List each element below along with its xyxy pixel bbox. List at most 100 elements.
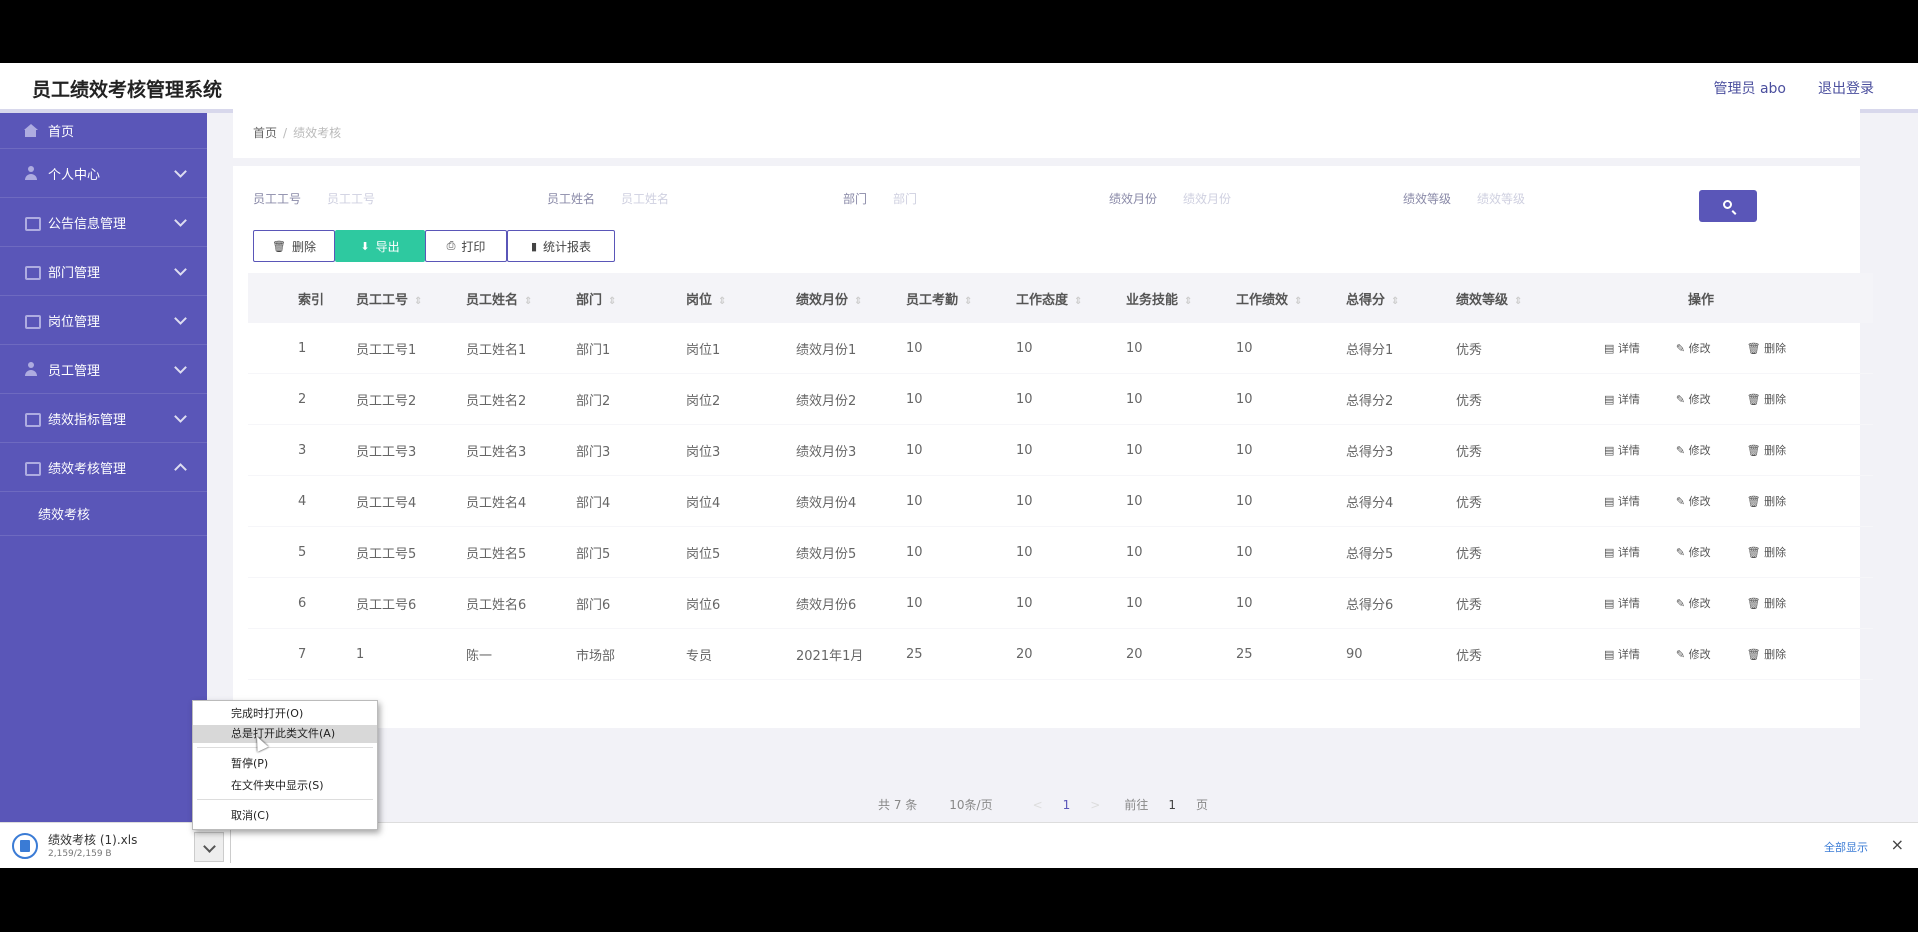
search-placeholder: 绩效等级 — [1477, 192, 1526, 206]
sort-icon[interactable]: ⇕ — [608, 296, 616, 307]
detail-button[interactable]: ▤ 详情 — [1604, 391, 1640, 407]
sidebar-subitem-assessment[interactable]: 绩效考核 — [0, 492, 207, 536]
delete-button[interactable]: 🗑 删除 — [253, 230, 335, 262]
column-header[interactable]: 工作态度 ⇕ — [1016, 289, 1126, 308]
sort-icon[interactable]: ⇕ — [964, 296, 972, 307]
pager-next-button[interactable]: > — [1090, 798, 1100, 812]
column-header[interactable]: 部门 ⇕ — [576, 289, 686, 308]
table-cell: 岗位2 — [686, 393, 721, 409]
edit-button[interactable]: ✎ 修改 — [1676, 544, 1711, 560]
pager-size-select[interactable]: 10条/页 — [949, 796, 992, 813]
search-field-month[interactable]: 绩效月份 绩效月份 — [1109, 190, 1231, 207]
edit-button[interactable]: ✎ 修改 — [1676, 442, 1711, 458]
chevron-down-icon — [174, 312, 187, 325]
edit-button[interactable]: ✎ 修改 — [1676, 340, 1711, 356]
breadcrumb-home[interactable]: 首页 — [253, 126, 277, 140]
ctx-pause[interactable]: 暂停(P) — [193, 755, 377, 773]
column-header[interactable]: 员工姓名 ⇕ — [466, 289, 576, 308]
sort-icon[interactable]: ⇕ — [1514, 296, 1522, 307]
detail-button[interactable]: ▤ 详情 — [1604, 544, 1640, 560]
ctx-always-open[interactable]: 总是打开此类文件(A) — [193, 725, 377, 743]
edit-button[interactable]: ✎ 修改 — [1676, 391, 1711, 407]
pager-current-page[interactable]: 1 — [1063, 798, 1071, 812]
detail-button-label: 详情 — [1617, 444, 1640, 457]
sidebar-item-home[interactable]: 首页 — [0, 113, 207, 149]
column-header[interactable]: 员工考勤 ⇕ — [906, 289, 1016, 308]
edit-button[interactable]: ✎ 修改 — [1676, 595, 1711, 611]
row-delete-button-label: 删除 — [1764, 597, 1787, 610]
sidebar-item-position[interactable]: 岗位管理 — [0, 296, 207, 345]
sort-icon[interactable]: ⇕ — [1074, 296, 1082, 307]
detail-button[interactable]: ▤ 详情 — [1604, 595, 1640, 611]
search-field-emp-name[interactable]: 员工姓名 员工姓名 — [547, 190, 669, 207]
row-delete-button[interactable]: 🗑 删除 — [1747, 595, 1786, 611]
pager-prev-button[interactable]: < — [1033, 798, 1043, 812]
edit-button[interactable]: ✎ 修改 — [1676, 493, 1711, 509]
sidebar-item-staff[interactable]: 员工管理 — [0, 345, 207, 394]
user-icon — [24, 166, 38, 180]
sidebar-item-indicator[interactable]: 绩效指标管理 — [0, 394, 207, 443]
column-header[interactable]: 工作绩效 ⇕ — [1236, 289, 1346, 308]
table-cell: 10 — [1236, 544, 1253, 560]
column-header[interactable]: 总得分 ⇕ — [1346, 289, 1456, 308]
search-field-grade[interactable]: 绩效等级 绩效等级 — [1403, 190, 1525, 207]
search-field-emp-no[interactable]: 员工工号 员工工号 — [253, 190, 375, 207]
ctx-cancel[interactable]: 取消(C) — [193, 807, 377, 825]
sort-icon[interactable]: ⇕ — [414, 296, 422, 307]
column-header[interactable]: 绩效月份 ⇕ — [796, 289, 906, 308]
sort-icon[interactable]: ⇕ — [1184, 296, 1192, 307]
app-title: 员工绩效考核管理系统 — [32, 79, 223, 101]
sidebar-item-personal-center[interactable]: 个人中心 — [0, 149, 207, 198]
search-button[interactable] — [1699, 190, 1757, 222]
logout-link[interactable]: 退出登录 — [1818, 78, 1874, 98]
row-delete-button[interactable]: 🗑 删除 — [1747, 493, 1786, 509]
column-header[interactable]: 岗位 ⇕ — [686, 289, 796, 308]
close-download-bar-icon[interactable]: × — [1891, 835, 1904, 854]
column-header[interactable]: 绩效等级 ⇕ — [1456, 289, 1566, 308]
sidebar-item-assessment[interactable]: 绩效考核管理 — [0, 443, 207, 492]
ctx-show-in-folder[interactable]: 在文件夹中显示(S) — [193, 777, 377, 795]
download-file-name[interactable]: 绩效考核 (1).xls — [48, 831, 137, 848]
row-delete-button[interactable]: 🗑 删除 — [1747, 544, 1786, 560]
detail-button[interactable]: ▤ 详情 — [1604, 646, 1640, 662]
sidebar-item-department[interactable]: 部门管理 — [0, 247, 207, 296]
table-row: 6 员工工号6 员工姓名6 部门6 岗位6 绩效月份6 10 10 10 10 总得分6 优秀 ▤ 详情… — [248, 578, 1873, 629]
report-button-label: 统计报表 — [543, 239, 592, 254]
table-cell: 10 — [906, 493, 923, 509]
pager-goto-input[interactable]: 1 — [1168, 798, 1176, 812]
detail-button[interactable]: ▤ 详情 — [1604, 340, 1640, 356]
column-header[interactable]: 业务技能 ⇕ — [1126, 289, 1236, 308]
edit-button[interactable]: ✎ 修改 — [1676, 646, 1711, 662]
sort-icon[interactable]: ⇕ — [854, 296, 862, 307]
pencil-icon: ✎ — [1675, 393, 1689, 406]
sort-icon[interactable]: ⇕ — [718, 296, 726, 307]
sidebar-item-label: 首页 — [48, 125, 75, 140]
download-file-size: 2,159/2,159 B — [48, 849, 112, 859]
row-delete-button[interactable]: 🗑 删除 — [1747, 340, 1786, 356]
search-field-dept[interactable]: 部门 部门 — [843, 190, 917, 207]
export-button[interactable]: ⬇ 导出 — [335, 230, 425, 262]
detail-button[interactable]: ▤ 详情 — [1604, 493, 1640, 509]
download-options-button[interactable] — [194, 832, 224, 862]
print-button[interactable]: ⎙ 打印 — [425, 230, 507, 262]
table-cell: 员工姓名5 — [466, 546, 527, 562]
column-header-label: 绩效等级 — [1456, 292, 1509, 308]
sort-icon[interactable]: ⇕ — [524, 296, 532, 307]
column-header-label: 部门 — [576, 292, 603, 308]
row-delete-button[interactable]: 🗑 删除 — [1747, 646, 1786, 662]
ctx-open-when-done[interactable]: 完成时打开(O) — [193, 705, 377, 723]
sort-icon[interactable]: ⇕ — [1391, 296, 1399, 307]
sort-icon[interactable]: ⇕ — [1294, 296, 1302, 307]
report-button[interactable]: ▮ 统计报表 — [507, 230, 615, 262]
row-delete-button[interactable]: 🗑 删除 — [1747, 391, 1786, 407]
edit-button-label: 修改 — [1688, 444, 1711, 457]
column-header[interactable]: 员工工号 ⇕ — [356, 289, 466, 308]
sidebar-item-label: 绩效考核管理 — [48, 461, 127, 477]
row-delete-button[interactable]: 🗑 删除 — [1747, 442, 1786, 458]
show-all-downloads-link[interactable]: 全部显示 — [1824, 839, 1868, 855]
table-cell: 绩效月份5 — [796, 546, 857, 562]
sidebar-item-label: 岗位管理 — [48, 314, 101, 330]
detail-button[interactable]: ▤ 详情 — [1604, 442, 1640, 458]
table-row: 1 员工工号1 员工姓名1 部门1 岗位1 绩效月份1 10 10 10 10 总得分1 优秀 ▤ 详情… — [248, 323, 1873, 374]
sidebar-item-notice[interactable]: 公告信息管理 — [0, 198, 207, 247]
